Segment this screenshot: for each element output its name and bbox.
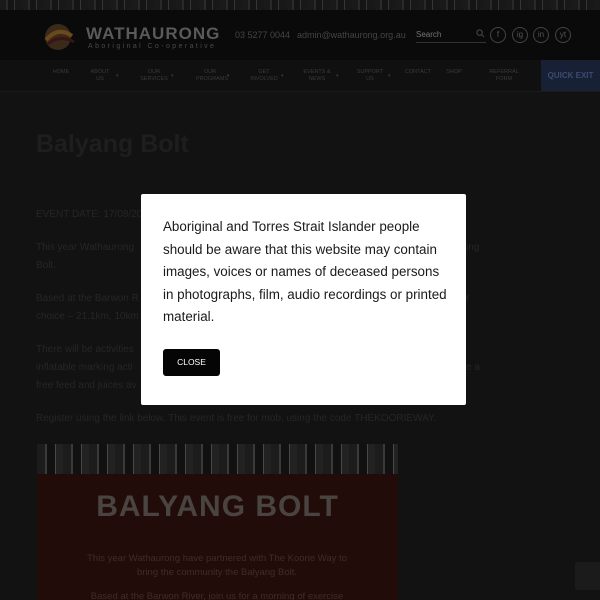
brand-name[interactable]: WATHAURONG	[86, 24, 220, 44]
nav-item-about[interactable]: ABOUT US	[88, 69, 112, 83]
chevron-down-icon: ▾	[227, 73, 230, 79]
linkedin-icon[interactable]: in	[533, 27, 549, 43]
nav-item-support[interactable]: SUPPORT US	[356, 69, 384, 83]
email-link[interactable]: admin@wathaurong.org.au	[297, 30, 406, 40]
chevron-down-icon: ▾	[388, 73, 391, 79]
search-icon[interactable]	[476, 29, 485, 38]
paragraph-1-end: ing	[466, 242, 480, 253]
header-pattern-strip	[0, 0, 600, 10]
chevron-down-icon: ▾	[336, 73, 339, 79]
recaptcha-badge[interactable]	[575, 562, 600, 590]
modal-message: Aboriginal and Torres Strait Islander pe…	[163, 219, 447, 325]
warning-modal: Aboriginal and Torres Strait Islander pe…	[141, 194, 466, 405]
poster-pattern-band	[37, 444, 398, 474]
event-poster: BALYANG BOLT This year Wathaurong have p…	[37, 444, 398, 600]
phone-link[interactable]: 03 5277 0044	[235, 30, 290, 40]
paragraph-2-end: r	[466, 293, 470, 304]
site-header: WATHAURONG Aboriginal Co-operative 03 52…	[0, 10, 600, 60]
nav-item-shop[interactable]: SHOP	[444, 69, 464, 76]
poster-text-line2: bring the community the Balyang Bolt.	[136, 567, 297, 578]
chevron-down-icon: ▾	[171, 73, 174, 79]
chevron-down-icon: ▾	[116, 73, 119, 79]
nav-item-contact[interactable]: CONTACT	[404, 69, 432, 76]
main-nav: HOME ABOUT US ▾ OUR SERVICES ▾ OUR PROGR…	[0, 60, 600, 92]
poster-title: BALYANG BOLT	[96, 490, 339, 523]
nav-item-home[interactable]: HOME	[50, 69, 72, 76]
chevron-down-icon: ▾	[281, 73, 284, 79]
nav-item-referral-form[interactable]: REFERRAL FORM	[484, 69, 524, 83]
nav-item-events-news[interactable]: EVENTS & NEWS	[302, 69, 332, 83]
poster-text-line1: This year Wathaurong have partnered with…	[87, 553, 347, 564]
nav-item-get-involved[interactable]: GET INVOLVED	[250, 69, 278, 83]
logo-icon[interactable]	[38, 22, 80, 52]
quick-exit-button[interactable]: QUICK EXIT	[541, 60, 600, 91]
youtube-icon[interactable]: yt	[555, 27, 571, 43]
paragraph-3-line2-end: e a	[466, 362, 480, 373]
instagram-icon[interactable]: ig	[512, 27, 528, 43]
brand-subtitle: Aboriginal Co-operative	[88, 43, 217, 50]
facebook-icon[interactable]: f	[490, 27, 506, 43]
nav-item-programs[interactable]: OUR PROGRAMS	[196, 69, 228, 83]
poster-text-line3: Based at the Barwon River, join us for a…	[90, 591, 344, 600]
register-text: Register using the link below. This even…	[36, 413, 437, 424]
page-title: Balyang Bolt	[36, 130, 189, 158]
close-button[interactable]: CLOSE	[163, 349, 220, 376]
nav-item-services[interactable]: OUR SERVICES	[140, 69, 168, 83]
